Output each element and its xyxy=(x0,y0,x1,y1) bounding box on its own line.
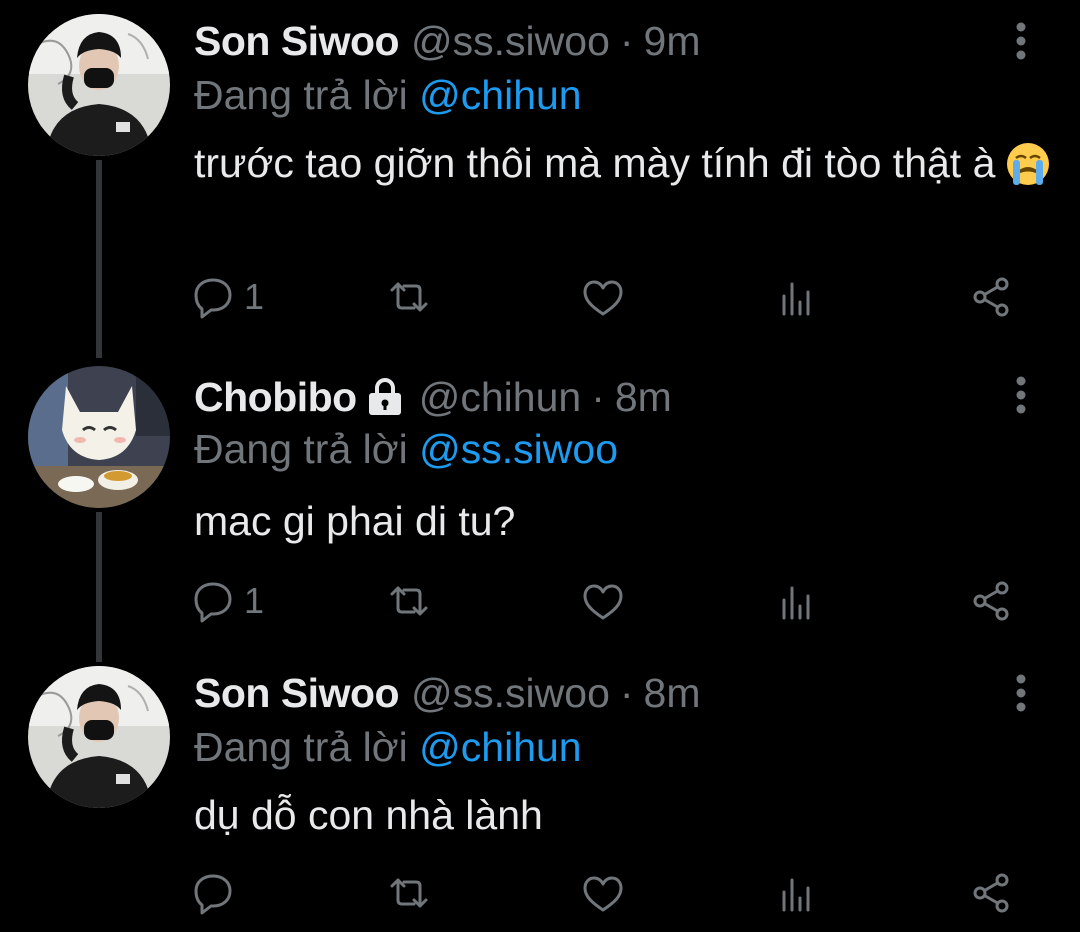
replying-to-mention[interactable]: @ss.siwoo xyxy=(419,426,618,472)
tweet-text-content: trước tao giỡn thôi mà mày tính đi tòo t… xyxy=(194,140,996,186)
like-button[interactable] xyxy=(580,272,626,322)
like-button[interactable] xyxy=(580,576,626,626)
tweet-text-content: dụ dỗ con nhà lành xyxy=(194,792,543,838)
retweet-icon xyxy=(390,878,428,908)
retweet-icon xyxy=(390,586,428,616)
display-name[interactable]: Son Siwoo xyxy=(194,670,400,717)
retweet-button[interactable] xyxy=(386,868,432,918)
analytics-button[interactable] xyxy=(774,272,820,322)
thread-connector-line xyxy=(96,160,102,358)
reply-button[interactable]: 1 xyxy=(190,272,264,322)
user-handle[interactable]: @ss.siwoo xyxy=(411,18,610,65)
replying-to-mention[interactable]: @chihun xyxy=(419,72,581,118)
tweet-actions: 1 xyxy=(190,272,1030,322)
tweet-text: trước tao giỡn thôi mà mày tính đi tòo t… xyxy=(194,136,1054,190)
replying-to-mention[interactable]: @chihun xyxy=(419,724,581,770)
analytics-button[interactable] xyxy=(774,576,820,626)
reply-count: 1 xyxy=(244,580,265,621)
share-icon xyxy=(973,277,1009,317)
analytics-icon xyxy=(782,878,810,912)
separator-dot: · xyxy=(619,17,634,64)
display-name[interactable]: Chobibo xyxy=(194,374,357,421)
replying-to-line: Đang trả lời @chihun xyxy=(194,724,582,771)
reply-count: 1 xyxy=(244,276,265,317)
share-icon xyxy=(973,873,1009,913)
tweet-header: Son Siwoo @ss.siwoo · 9m xyxy=(194,15,701,67)
replying-to-prefix: Đang trả lời xyxy=(194,426,408,472)
replying-to-prefix: Đang trả lời xyxy=(194,724,408,770)
retweet-button[interactable] xyxy=(386,272,432,322)
reply-icon xyxy=(194,582,232,623)
like-icon xyxy=(583,876,623,912)
user-handle[interactable]: @chihun xyxy=(419,374,581,421)
tweet-header: Son Siwoo @ss.siwoo · 8m xyxy=(194,667,701,719)
lock-icon xyxy=(367,377,403,417)
share-button[interactable] xyxy=(968,272,1014,322)
retweet-button[interactable] xyxy=(386,576,432,626)
share-button[interactable] xyxy=(968,576,1014,626)
separator-dot: · xyxy=(619,669,634,716)
share-button[interactable] xyxy=(968,868,1014,918)
timestamp[interactable]: 8m xyxy=(644,670,701,717)
share-icon xyxy=(973,581,1009,621)
reply-icon xyxy=(194,874,232,915)
more-icon[interactable] xyxy=(1006,667,1036,719)
user-handle[interactable]: @ss.siwoo xyxy=(411,670,610,717)
replying-to-line: Đang trả lời @ss.siwoo xyxy=(194,426,618,473)
analytics-icon xyxy=(782,282,810,316)
replying-to-line: Đang trả lời @chihun xyxy=(194,72,582,119)
like-icon xyxy=(583,280,623,316)
retweet-icon xyxy=(390,282,428,312)
reply-button[interactable] xyxy=(190,868,244,918)
avatar-son-siwoo[interactable] xyxy=(28,666,170,808)
tweet-actions: 1 xyxy=(190,576,1030,626)
tweet-text: mac gi phai di tu? xyxy=(194,494,1054,548)
avatar-chobibo[interactable] xyxy=(28,366,170,508)
tweet-text-content: mac gi phai di tu? xyxy=(194,498,516,544)
thread-connector-line xyxy=(96,512,102,662)
replying-to-prefix: Đang trả lời xyxy=(194,72,408,118)
analytics-icon xyxy=(782,586,810,620)
avatar-son-siwoo[interactable] xyxy=(28,14,170,156)
tweet-header: Chobibo @chihun · 8m xyxy=(194,371,672,423)
reply-icon xyxy=(194,278,232,319)
more-icon[interactable] xyxy=(1006,369,1036,421)
separator-dot: · xyxy=(591,373,605,420)
like-button[interactable] xyxy=(580,868,626,918)
timestamp[interactable]: 8m xyxy=(615,374,672,421)
tweet-text: dụ dỗ con nhà lành xyxy=(194,788,1054,842)
crying-face-emoji-icon xyxy=(1005,141,1051,187)
timestamp[interactable]: 9m xyxy=(644,18,701,65)
more-icon[interactable] xyxy=(1006,15,1036,67)
analytics-button[interactable] xyxy=(774,868,820,918)
reply-button[interactable]: 1 xyxy=(190,576,264,626)
tweet-actions xyxy=(190,868,1030,918)
display-name[interactable]: Son Siwoo xyxy=(194,18,400,65)
like-icon xyxy=(583,584,623,620)
